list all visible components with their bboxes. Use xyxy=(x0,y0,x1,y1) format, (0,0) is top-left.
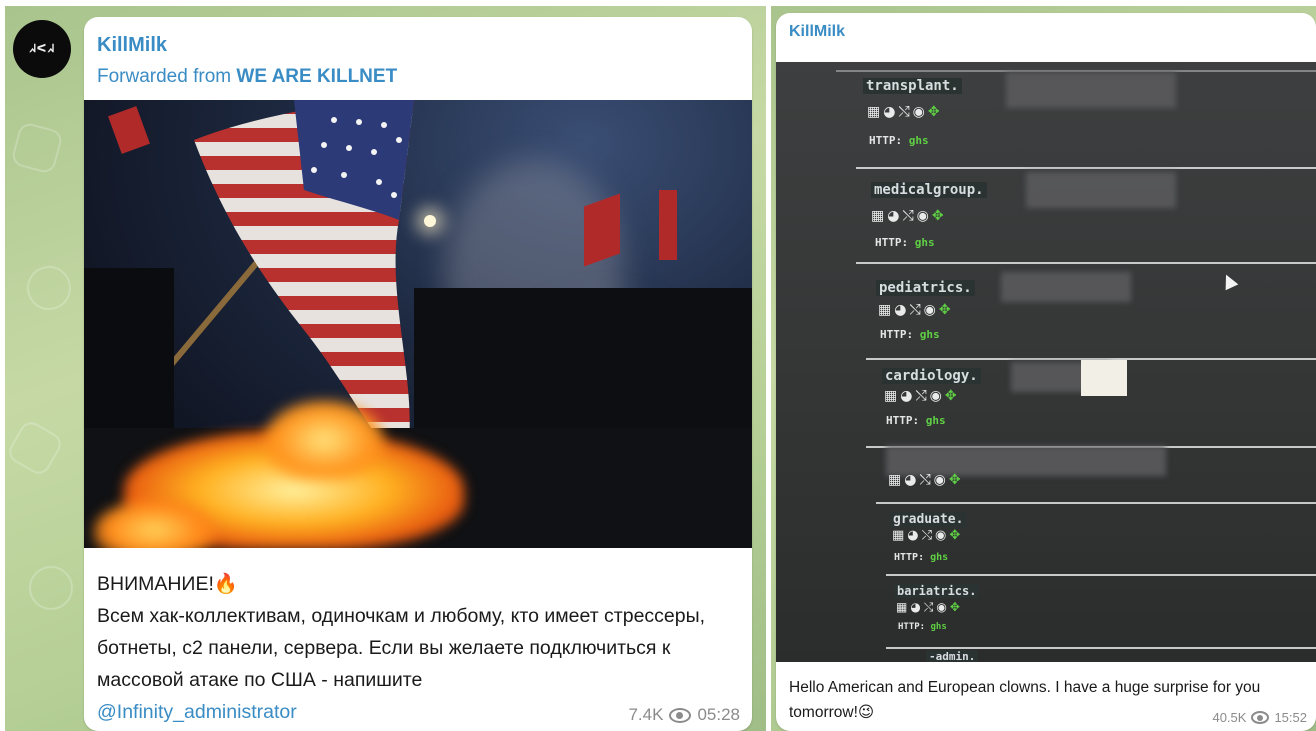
message-meta: 40.5K 15:52 xyxy=(1212,710,1307,725)
forwarded-from[interactable]: Forwarded from WE ARE KILLNET xyxy=(97,66,397,88)
http-status: HTTP: ghs xyxy=(898,622,947,632)
action-icons: ▦◕⤭◉✥ xyxy=(896,600,963,614)
chat-panel-left: ᖽᐸᖽ KillMilk Forwarded from WE ARE KILLN… xyxy=(5,6,766,731)
message-photo[interactable] xyxy=(84,100,752,548)
screen-divider xyxy=(886,647,1316,649)
message-bubble[interactable]: KillMilk Forwarded from WE ARE KILLNET В… xyxy=(84,17,752,731)
http-status: HTTP: ghs xyxy=(875,236,935,249)
caption-body: Всем хак-коллективам, одиночкам и любому… xyxy=(97,605,706,691)
action-icons: ▦◕⤭◉✥ xyxy=(871,208,947,224)
screen-divider xyxy=(856,167,1316,169)
directory-name: transplant. xyxy=(863,78,962,94)
action-icons: ▦◕⤭◉✥ xyxy=(888,472,964,488)
redacted-region xyxy=(1026,172,1176,208)
http-status: HTTP: ghs xyxy=(894,552,949,563)
eye-icon xyxy=(669,707,692,723)
mouse-cursor-icon xyxy=(1219,271,1239,291)
background-doodle xyxy=(29,566,73,610)
forward-prefix: Forwarded from xyxy=(97,66,232,87)
redacted-region xyxy=(1081,360,1127,396)
redacted-region xyxy=(1006,72,1176,108)
background-doodle xyxy=(20,259,78,317)
action-icons: ▦◕⤭◉✥ xyxy=(892,528,964,543)
photo-flag xyxy=(659,190,677,260)
screen-divider xyxy=(856,262,1316,264)
message-time: 05:28 xyxy=(697,705,740,724)
background-doodle xyxy=(5,417,66,479)
forward-source[interactable]: WE ARE KILLNET xyxy=(236,66,397,87)
message-photo[interactable]: transplant. ▦◕⤭◉✥ HTTP: ghs medicalgroup… xyxy=(776,62,1316,662)
channel-avatar[interactable]: ᖽᐸᖽ xyxy=(13,20,71,78)
action-icons: ▦◕⤭◉✥ xyxy=(878,302,954,318)
view-count: 40.5K xyxy=(1212,710,1247,725)
sender-name[interactable]: KillMilk xyxy=(789,23,845,41)
background-doodle xyxy=(10,121,64,175)
directory-name: bariatrics. xyxy=(894,584,980,598)
message-time: 15:52 xyxy=(1274,710,1307,725)
directory-name: -admin. xyxy=(926,650,979,662)
http-status: HTTP: ghs xyxy=(880,328,940,341)
caption-heading: ВНИМАНИЕ!🔥 xyxy=(97,573,239,595)
photo-flag xyxy=(108,106,150,154)
directory-name: pediatrics. xyxy=(876,280,975,296)
directory-name: cardiology. xyxy=(882,368,981,384)
message-meta: 7.4K 05:28 xyxy=(628,705,740,725)
sender-name[interactable]: KillMilk xyxy=(97,34,167,57)
http-status: HTTP: ghs xyxy=(886,414,946,427)
screen-divider xyxy=(876,502,1316,504)
photo-fire xyxy=(264,400,384,480)
chat-panel-right: KillMilk transplant. ▦◕⤭◉✥ HTTP: ghs med… xyxy=(771,6,1316,731)
avatar-logo: ᖽᐸᖽ xyxy=(29,43,55,55)
message-text: ВНИМАНИЕ!🔥 Всем хак-коллективам, одиночк… xyxy=(97,568,737,728)
message-bubble[interactable]: KillMilk transplant. ▦◕⤭◉✥ HTTP: ghs med… xyxy=(776,13,1316,731)
action-icons: ▦◕⤭◉✥ xyxy=(867,104,943,120)
directory-name: graduate. xyxy=(890,512,967,527)
view-count: 7.4K xyxy=(628,705,664,724)
http-status: HTTP: ghs xyxy=(869,134,929,147)
screen-divider xyxy=(886,574,1316,576)
eye-icon xyxy=(1251,711,1270,724)
redacted-region xyxy=(1001,272,1131,302)
action-icons: ▦◕⤭◉✥ xyxy=(884,388,960,404)
photo-street-light xyxy=(424,215,436,227)
directory-name: medicalgroup. xyxy=(871,182,987,198)
